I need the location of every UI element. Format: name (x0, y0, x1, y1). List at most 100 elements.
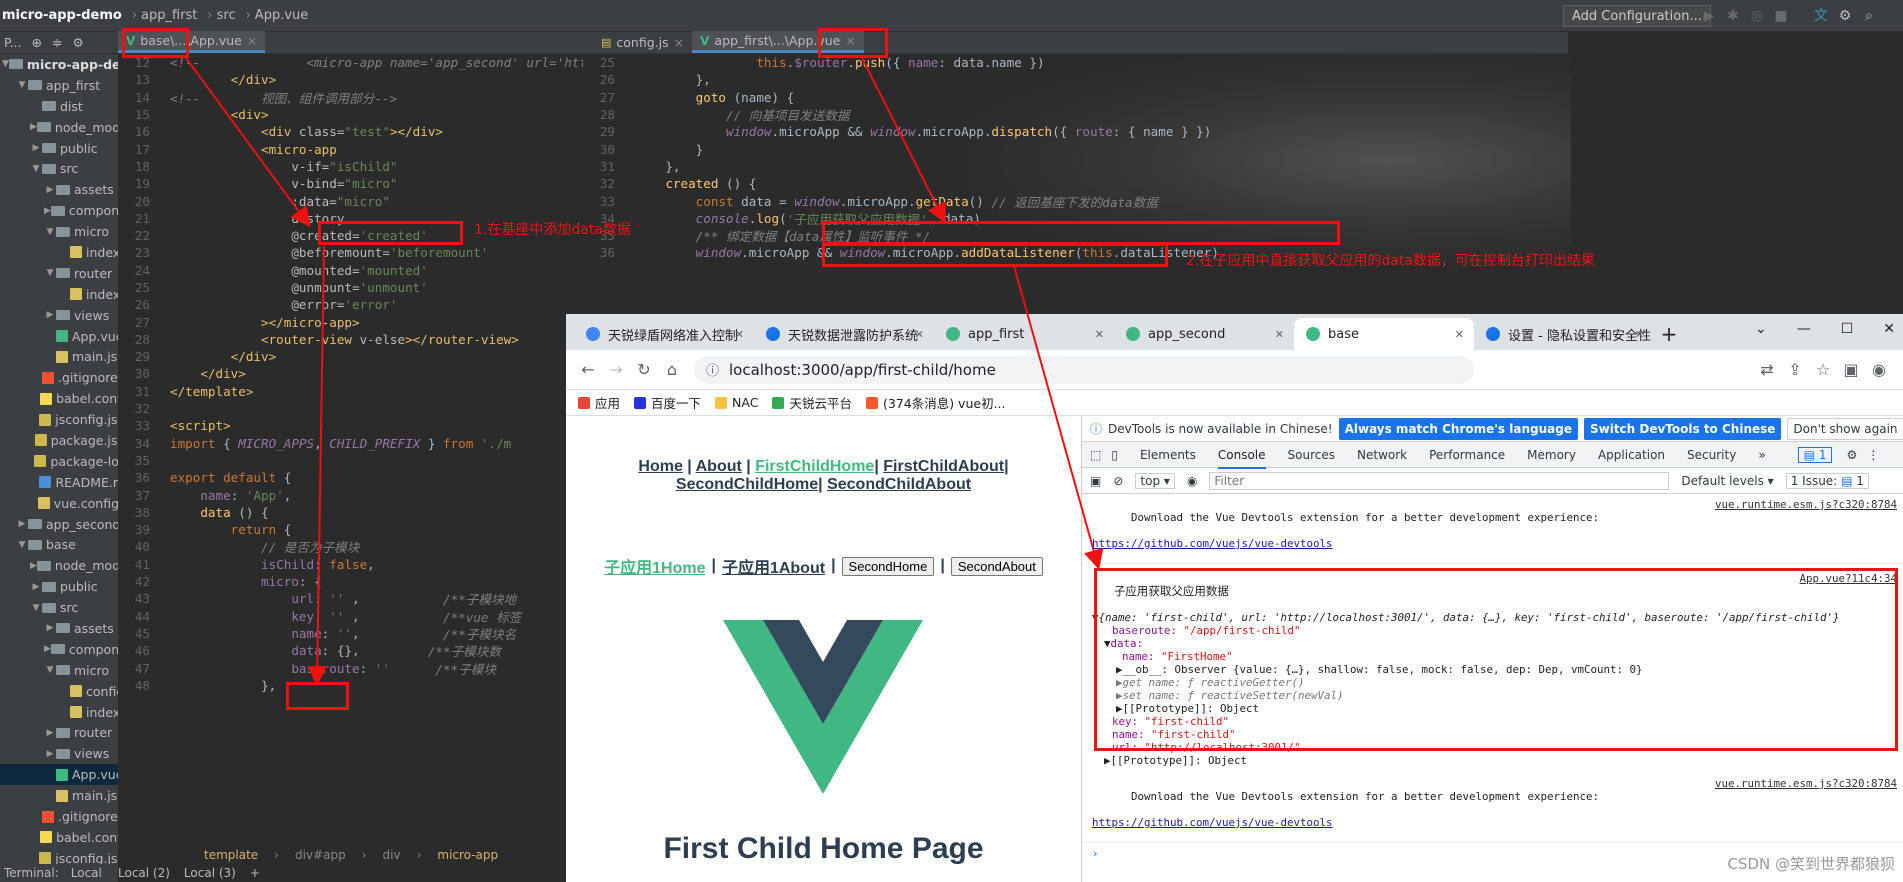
console-filter-input[interactable]: Filter (1209, 471, 1670, 490)
tree-item[interactable]: config (0, 681, 133, 702)
tree-item[interactable]: ▶ public (0, 576, 133, 597)
tree-item[interactable]: package-lock (0, 451, 133, 472)
expand-arrow-icon[interactable]: ▶ (30, 143, 42, 153)
code-line[interactable]: 32 created () { (583, 175, 1219, 192)
tab-config-js[interactable]: ▤ config.js × (593, 31, 692, 53)
tree-item[interactable]: ▼ base (0, 534, 133, 555)
child-about-link[interactable]: 子应用1About (722, 554, 825, 578)
browser-tab[interactable]: app_second ✕ (1114, 318, 1294, 350)
eye-icon[interactable]: ◉ (1187, 474, 1197, 488)
code-line[interactable]: 12 <!-- <micro-app name='app_second' url=… (118, 54, 655, 71)
expand-arrow-icon[interactable]: ▼ (2, 59, 9, 69)
close-tab-icon[interactable]: ✕ (1635, 328, 1644, 341)
code-line[interactable]: 17 <micro-app (118, 140, 655, 157)
code-line[interactable]: 29 window .microApp && window .microApp. di… (583, 123, 1219, 140)
prop-data[interactable]: ▼data: (1082, 637, 1903, 650)
nav-home-link[interactable]: Home (638, 458, 682, 475)
share-icon[interactable]: ⇪ (1781, 360, 1809, 379)
browser-tab[interactable]: 天锐数据泄露防护系统 ✕ (754, 318, 934, 350)
close-window-icon[interactable]: ✕ (1883, 321, 1895, 337)
bookmark-item[interactable]: 天锐云平台 (772, 393, 852, 412)
devtools-link-2[interactable]: https://github.com/vuejs/vue-devtools (1092, 816, 1333, 829)
breadcrumb-item[interactable]: App.vue (255, 8, 308, 23)
tree-item[interactable]: ▼ micro (0, 221, 133, 242)
code-line[interactable]: 34 console. log('子应用获取父应用数据', data) (583, 210, 1219, 227)
code-line[interactable]: 18 v-if= "isChild" (118, 158, 655, 175)
prop-get-name[interactable]: ▶get name: ƒ reactiveGetter() (1082, 676, 1903, 689)
tree-item[interactable]: .gitignore (0, 806, 133, 827)
tree-item[interactable]: ▶components (0, 639, 133, 660)
child-home-link[interactable]: 子应用1Home (604, 554, 705, 578)
stop-icon[interactable]: ■ (1772, 7, 1790, 25)
tree-item[interactable]: babel.config (0, 388, 133, 409)
tab-base-app-vue[interactable]: V base\...\App.vue × (118, 31, 266, 53)
expand-arrow-icon[interactable]: ▶ (30, 561, 37, 571)
close-tab-icon[interactable]: ✕ (1455, 328, 1464, 341)
add-configuration-button[interactable]: Add Configuration... (1563, 5, 1711, 27)
tree-item[interactable]: App.vue (0, 764, 133, 786)
context-select[interactable]: top ▾ (1135, 472, 1175, 489)
expand-arrow-icon[interactable]: ▶ (44, 728, 56, 738)
browser-tab[interactable]: app_first ✕ (934, 318, 1114, 350)
expand-arrow-icon[interactable]: ▼ (44, 268, 56, 278)
devtools-menu-icon[interactable]: ⋮ (1867, 448, 1879, 462)
tree-item[interactable]: main.js (0, 346, 133, 367)
debug-icon[interactable]: ✱ (1724, 7, 1742, 25)
tree-item[interactable]: ▶ router (0, 723, 133, 744)
settings-icon[interactable]: ⚙ (1836, 7, 1854, 25)
nav-first-child-home-link[interactable]: FirstChildHome (755, 458, 874, 475)
browser-tab[interactable]: base ✕ (1294, 318, 1474, 350)
code-line[interactable]: 16 <div class= "test" ></div> (118, 123, 655, 140)
gear-icon[interactable]: ⚙ (72, 35, 83, 50)
log-levels-select[interactable]: Default levels ▾ (1681, 474, 1773, 488)
code-line[interactable]: 25 this. $router. push({ name: data.name }… (583, 54, 1219, 71)
code-line[interactable]: 19 v-bind= "micro" (118, 175, 655, 192)
run-icon[interactable]: ▶ (1700, 7, 1718, 25)
tree-item[interactable]: package.json (0, 430, 133, 451)
devtools-link[interactable]: https://github.com/vuejs/vue-devtools (1092, 537, 1333, 550)
profile-icon[interactable]: ◉ (1865, 360, 1893, 379)
sidebar-toggle-icon[interactable]: ▣ (1090, 474, 1101, 488)
tree-item[interactable]: ▼ src (0, 158, 133, 179)
collapse-icon[interactable]: ≑ (52, 35, 62, 50)
tree-item[interactable]: ▶ assets (0, 179, 133, 200)
tree-item[interactable]: ▶ app_second (0, 514, 133, 535)
address-bar[interactable]: ⓘ localhost:3000/app/first-child/home (694, 355, 1474, 384)
coverage-icon[interactable]: ◎ (1748, 7, 1766, 25)
project-label[interactable]: P... (4, 35, 22, 50)
source-link[interactable]: vue.runtime.esm.js?c320:8784 (1715, 498, 1897, 511)
bookmark-item[interactable]: (374条消息) vue初... (865, 393, 1006, 412)
tab-sources[interactable]: Sources (1288, 448, 1335, 462)
code-line[interactable]: 26 @error='error' (118, 296, 655, 313)
expand-arrow-icon[interactable]: ▼ (44, 665, 56, 675)
tree-item[interactable]: ▶ views (0, 305, 133, 326)
inspect-icon[interactable]: ⬚ (1090, 448, 1101, 462)
nav-first-child-about-link[interactable]: FirstChildAbout (883, 458, 1004, 475)
clear-console-icon[interactable]: ⊘ (1113, 474, 1123, 488)
tab-security[interactable]: Security (1687, 448, 1736, 462)
code-line[interactable]: 14 <!-- 视图、组件调用部分--> (118, 89, 655, 106)
code-line[interactable]: 36 window .microApp && window .microApp. ad… (583, 244, 1219, 261)
breadcrumb-item[interactable]: app_first (141, 8, 197, 23)
dont-show-again-button[interactable]: Don't show again (1787, 417, 1903, 440)
code-line[interactable]: 31 }, (583, 158, 1219, 175)
tree-item[interactable]: ▼ app_first (0, 75, 133, 96)
bookmark-item[interactable]: 应用 (578, 393, 620, 412)
browser-tab[interactable]: 设置 - 隐私设置和安全性 ✕ (1474, 318, 1654, 350)
close-tab-icon[interactable]: ✕ (1095, 328, 1104, 341)
bookmark-item[interactable]: 百度一下 (634, 393, 701, 412)
translate-page-icon[interactable]: ⇄ (1753, 360, 1781, 379)
more-tabs-icon[interactable]: » (1758, 448, 1765, 462)
expand-arrow-icon[interactable]: ▶ (30, 582, 42, 592)
device-icon[interactable]: ▯ (1111, 448, 1118, 462)
breadcrumb-item[interactable]: src (217, 8, 236, 23)
tree-item[interactable]: ▶node_modules (0, 555, 133, 576)
tab-application[interactable]: Application (1598, 448, 1665, 462)
tree-item[interactable]: main.js (0, 785, 133, 806)
tree-item[interactable]: index (0, 702, 133, 723)
breadcrumb-template[interactable]: template (204, 848, 258, 862)
breadcrumb-div[interactable]: div (383, 848, 401, 862)
right-code-area[interactable]: 25 this. $router. push({ name: data.name }… (583, 54, 1219, 262)
tree-item[interactable]: .gitignore (0, 367, 133, 388)
expand-arrow-icon[interactable]: ▶ (44, 206, 51, 216)
